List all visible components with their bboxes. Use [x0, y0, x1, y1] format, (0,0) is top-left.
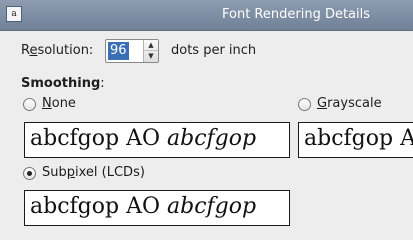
- font-app-icon[interactable]: a: [6, 6, 22, 22]
- sample-text-roman: abcfgop AO: [304, 126, 413, 151]
- window-title: Font Rendering Details: [222, 7, 371, 22]
- resolution-value[interactable]: 96: [108, 42, 129, 60]
- title-bar[interactable]: a Font Rendering Details: [0, 0, 413, 31]
- smoothing-grayscale-label[interactable]: Grayscale: [317, 96, 382, 111]
- sample-text-italic: abcfgop: [167, 194, 257, 219]
- smoothing-heading: Smoothing:: [21, 76, 105, 91]
- resolution-unit-label: dots per inch: [171, 43, 257, 58]
- resolution-label: Resolution:: [21, 43, 94, 58]
- sample-text-roman: abcfgop AO: [30, 126, 160, 151]
- font-rendering-window: a Font Rendering Details Resolution: 96 …: [0, 0, 413, 238]
- spin-down-icon[interactable]: ▼: [144, 51, 158, 62]
- sample-text-italic: abcfgop: [167, 126, 257, 151]
- smoothing-subpixel-label[interactable]: Subpixel (LCDs): [42, 165, 145, 180]
- resolution-spinbutton[interactable]: 96 ▲ ▼: [105, 39, 159, 63]
- smoothing-subpixel-radio[interactable]: [23, 167, 36, 180]
- smoothing-grayscale-preview[interactable]: abcfgop AO abcfgop: [298, 122, 413, 158]
- spin-up-icon[interactable]: ▲: [144, 40, 158, 51]
- smoothing-grayscale-radio[interactable]: [298, 98, 311, 111]
- smoothing-none-label[interactable]: None: [42, 96, 76, 111]
- sample-text-roman: abcfgop AO: [30, 194, 160, 219]
- smoothing-none-preview[interactable]: abcfgop AO abcfgop: [24, 122, 290, 158]
- smoothing-none-radio[interactable]: [23, 98, 36, 111]
- spin-buttons: ▲ ▼: [143, 40, 158, 62]
- smoothing-subpixel-preview[interactable]: abcfgop AO abcfgop: [24, 190, 290, 226]
